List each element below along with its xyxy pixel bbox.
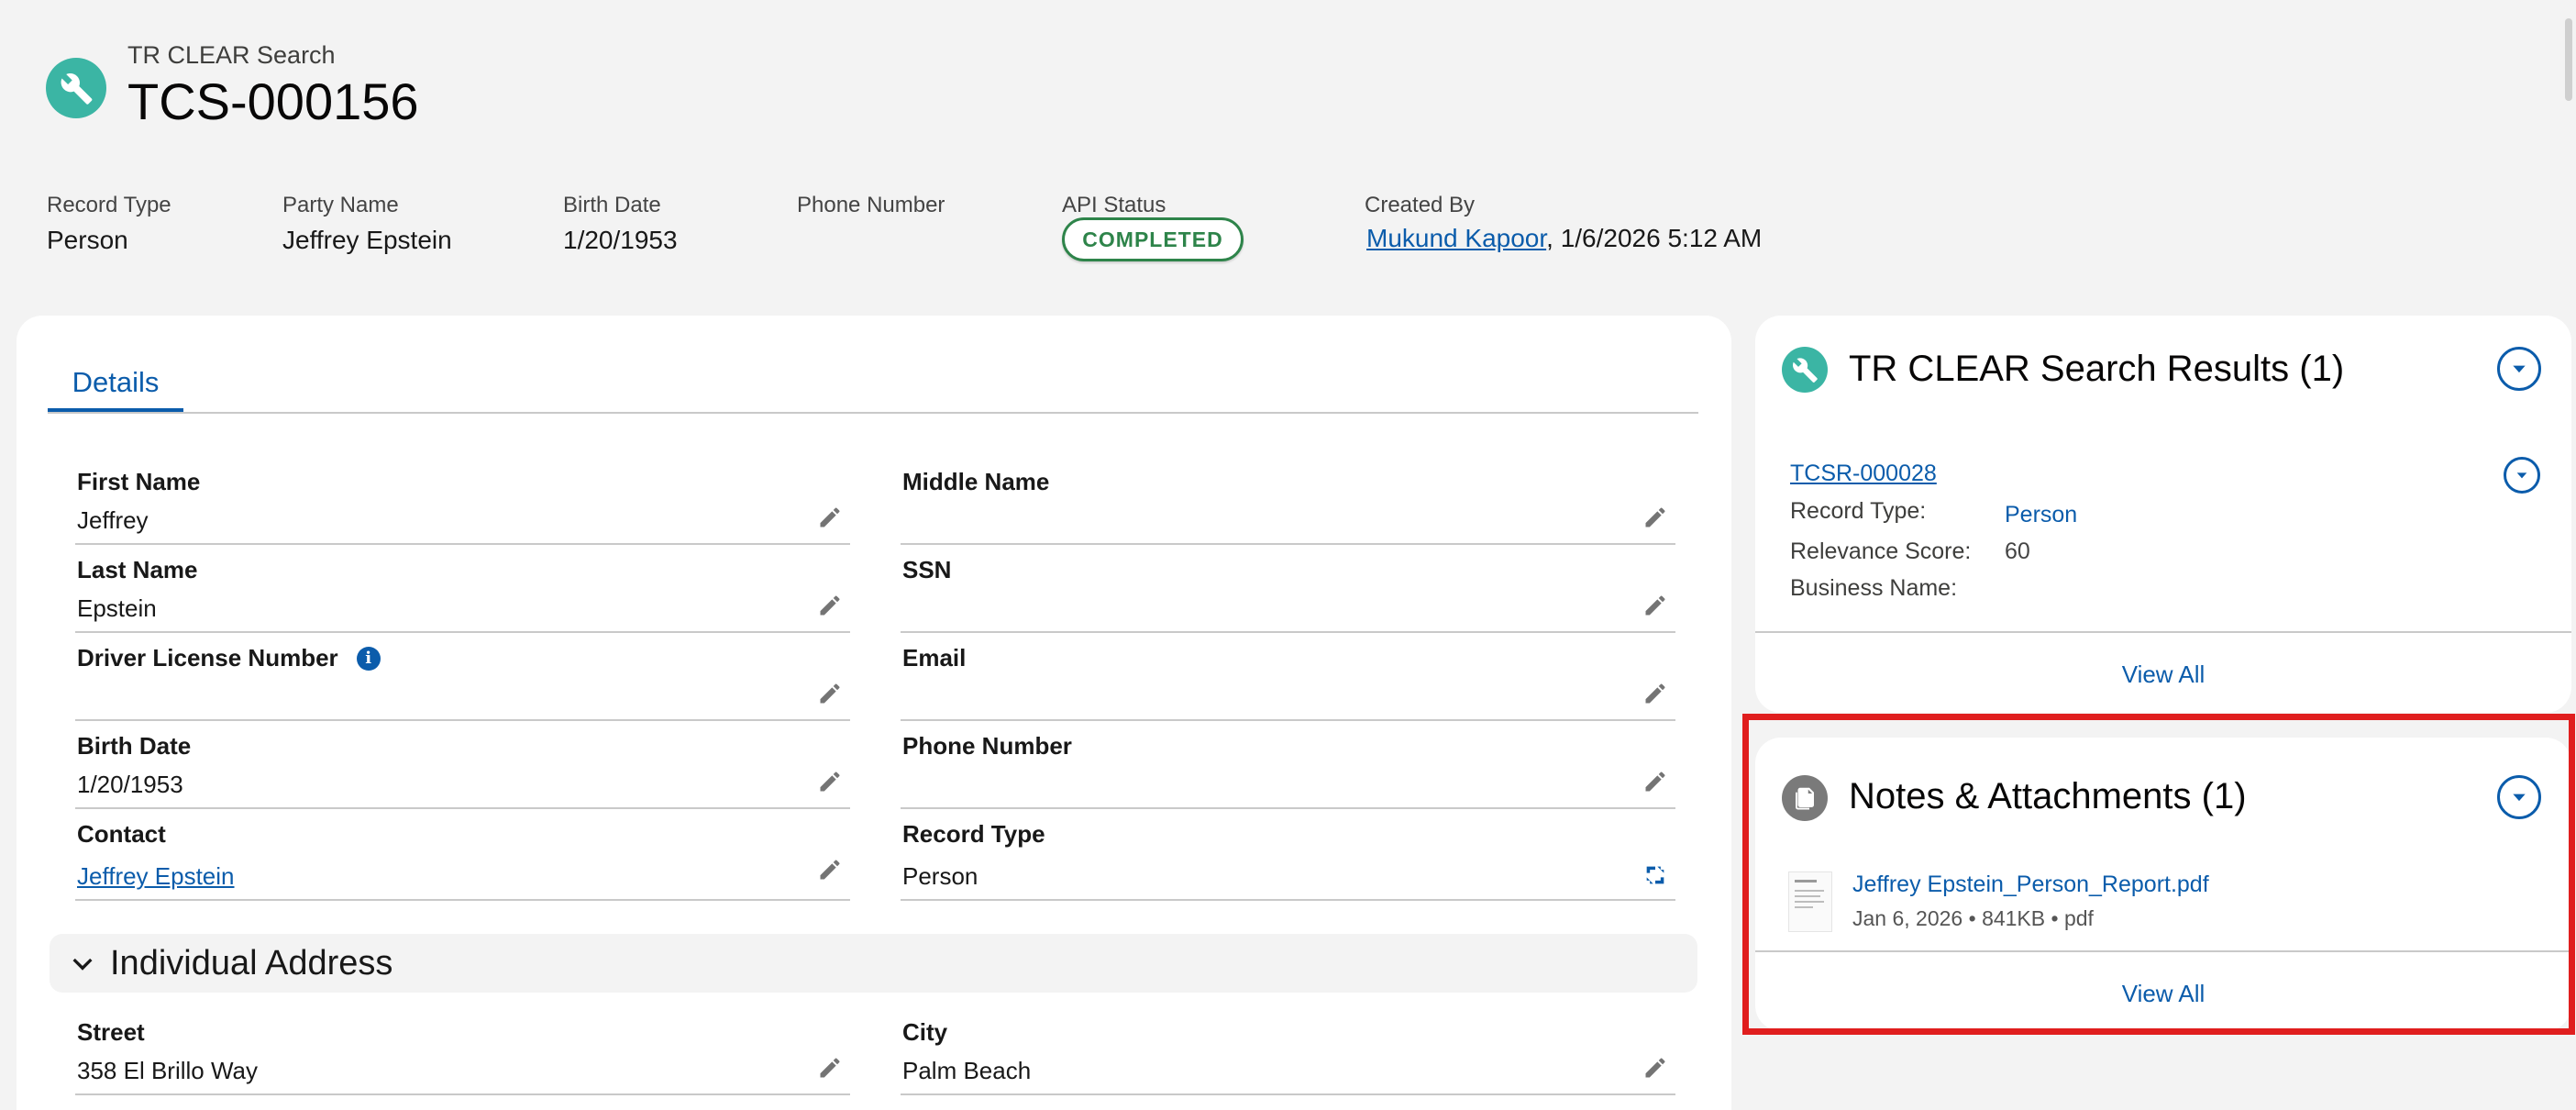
created-by-datetime: 1/6/2026 5:12 AM	[1560, 224, 1763, 252]
field-value: Person	[902, 862, 978, 890]
chevron-down-icon	[2516, 472, 2527, 479]
birth-date-value: 1/20/1953	[563, 226, 678, 254]
page-title: TCS-000156	[127, 72, 419, 130]
section-individual-address[interactable]: Individual Address	[50, 934, 1697, 993]
birth-date-label: Birth Date	[563, 193, 661, 217]
pencil-icon[interactable]	[817, 593, 843, 618]
pencil-icon[interactable]	[1642, 681, 1668, 706]
wrench-icon	[61, 73, 93, 105]
result-relevance-value: 60	[2005, 538, 2030, 564]
field-value: 1/20/1953	[77, 771, 183, 798]
field-value: Palm Beach	[902, 1057, 1032, 1084]
result-row-menu-button[interactable]	[2504, 457, 2540, 494]
created-by-separator: ,	[1546, 224, 1553, 252]
chevron-down-icon	[2513, 365, 2526, 373]
party-name-value: Jeffrey Epstein	[282, 226, 452, 254]
field-label: Middle Name	[902, 468, 1050, 495]
wrench-icon	[1782, 347, 1828, 393]
results-card-divider	[1755, 631, 2571, 633]
info-icon[interactable]: i	[356, 646, 381, 671]
field-label: Driver License Number i	[77, 644, 381, 672]
status-badge: COMPLETED	[1062, 217, 1244, 261]
field-label: Email	[902, 644, 967, 672]
result-record-link[interactable]: TCSR-000028	[1790, 461, 1937, 487]
field-label: Contact	[77, 820, 166, 848]
field-first-name: First Name Jeffrey	[75, 461, 850, 545]
results-view-all-link[interactable]: View All	[1755, 660, 2571, 689]
field-last-name: Last Name Epstein	[75, 549, 850, 633]
field-label: Birth Date	[77, 732, 192, 760]
field-value: 358 El Brillo Way	[77, 1057, 258, 1084]
result-record-type-label: Record Type:	[1790, 498, 1927, 524]
field-label: Street	[77, 1018, 145, 1046]
field-email: Email	[901, 637, 1675, 721]
pencil-icon[interactable]	[817, 857, 843, 882]
pencil-icon[interactable]	[1642, 1055, 1668, 1081]
record-type-label: Record Type	[47, 193, 171, 217]
created-by-value: Mukund Kapoor, 1/6/2026 5:12 AM	[1366, 224, 1762, 253]
results-card-menu-button[interactable]	[2497, 347, 2541, 391]
api-status-label: API Status	[1062, 193, 1166, 217]
chevron-down-icon	[72, 958, 93, 971]
field-label: City	[902, 1018, 948, 1046]
result-business-name-label: Business Name:	[1790, 575, 1958, 601]
phone-number-label: Phone Number	[797, 193, 945, 217]
field-label: SSN	[902, 556, 952, 583]
field-phone-number: Phone Number	[901, 725, 1675, 809]
pencil-icon[interactable]	[817, 1055, 843, 1081]
created-by-user-link[interactable]: Mukund Kapoor	[1366, 224, 1546, 252]
record-type-value: Person	[47, 226, 128, 254]
pencil-icon[interactable]	[1642, 505, 1668, 530]
field-value: Jeffrey	[77, 506, 149, 534]
field-middle-name: Middle Name	[901, 461, 1675, 545]
field-label-text: Driver License Number	[77, 644, 338, 672]
section-title: Individual Address	[110, 943, 393, 982]
highlight-box	[1742, 714, 2575, 1035]
field-record-type: Record Type Person	[901, 813, 1675, 901]
party-name-label: Party Name	[282, 193, 399, 217]
field-street: Street 358 El Brillo Way	[75, 1011, 850, 1095]
pencil-icon[interactable]	[1642, 769, 1668, 794]
field-ssn: SSN	[901, 549, 1675, 633]
tab-divider	[48, 412, 1698, 414]
pencil-icon[interactable]	[817, 769, 843, 794]
pencil-icon[interactable]	[1642, 593, 1668, 618]
results-card-title[interactable]: TR CLEAR Search Results (1)	[1849, 349, 2344, 390]
result-record-type-value: Person	[2005, 502, 2078, 527]
field-driver-license-number: Driver License Number i	[75, 637, 850, 721]
pencil-icon[interactable]	[817, 681, 843, 706]
contact-link[interactable]: Jeffrey Epstein	[77, 862, 235, 891]
field-label: Last Name	[77, 556, 198, 583]
pencil-icon[interactable]	[817, 505, 843, 530]
change-record-type-icon[interactable]	[1642, 862, 1668, 888]
created-by-label: Created By	[1365, 193, 1476, 217]
tab-details[interactable]: Details	[48, 356, 183, 413]
field-city: City Palm Beach	[901, 1011, 1675, 1095]
object-icon	[46, 58, 106, 118]
field-birth-date: Birth Date 1/20/1953	[75, 725, 850, 809]
field-label: Record Type	[902, 820, 1045, 848]
field-value: Epstein	[77, 594, 157, 622]
object-type-label: TR CLEAR Search	[127, 41, 336, 69]
field-label: First Name	[77, 468, 201, 495]
field-contact: Contact Jeffrey Epstein	[75, 813, 850, 901]
scrollbar[interactable]	[2565, 18, 2572, 101]
field-label: Phone Number	[902, 732, 1072, 760]
result-relevance-label: Relevance Score:	[1790, 538, 1972, 564]
